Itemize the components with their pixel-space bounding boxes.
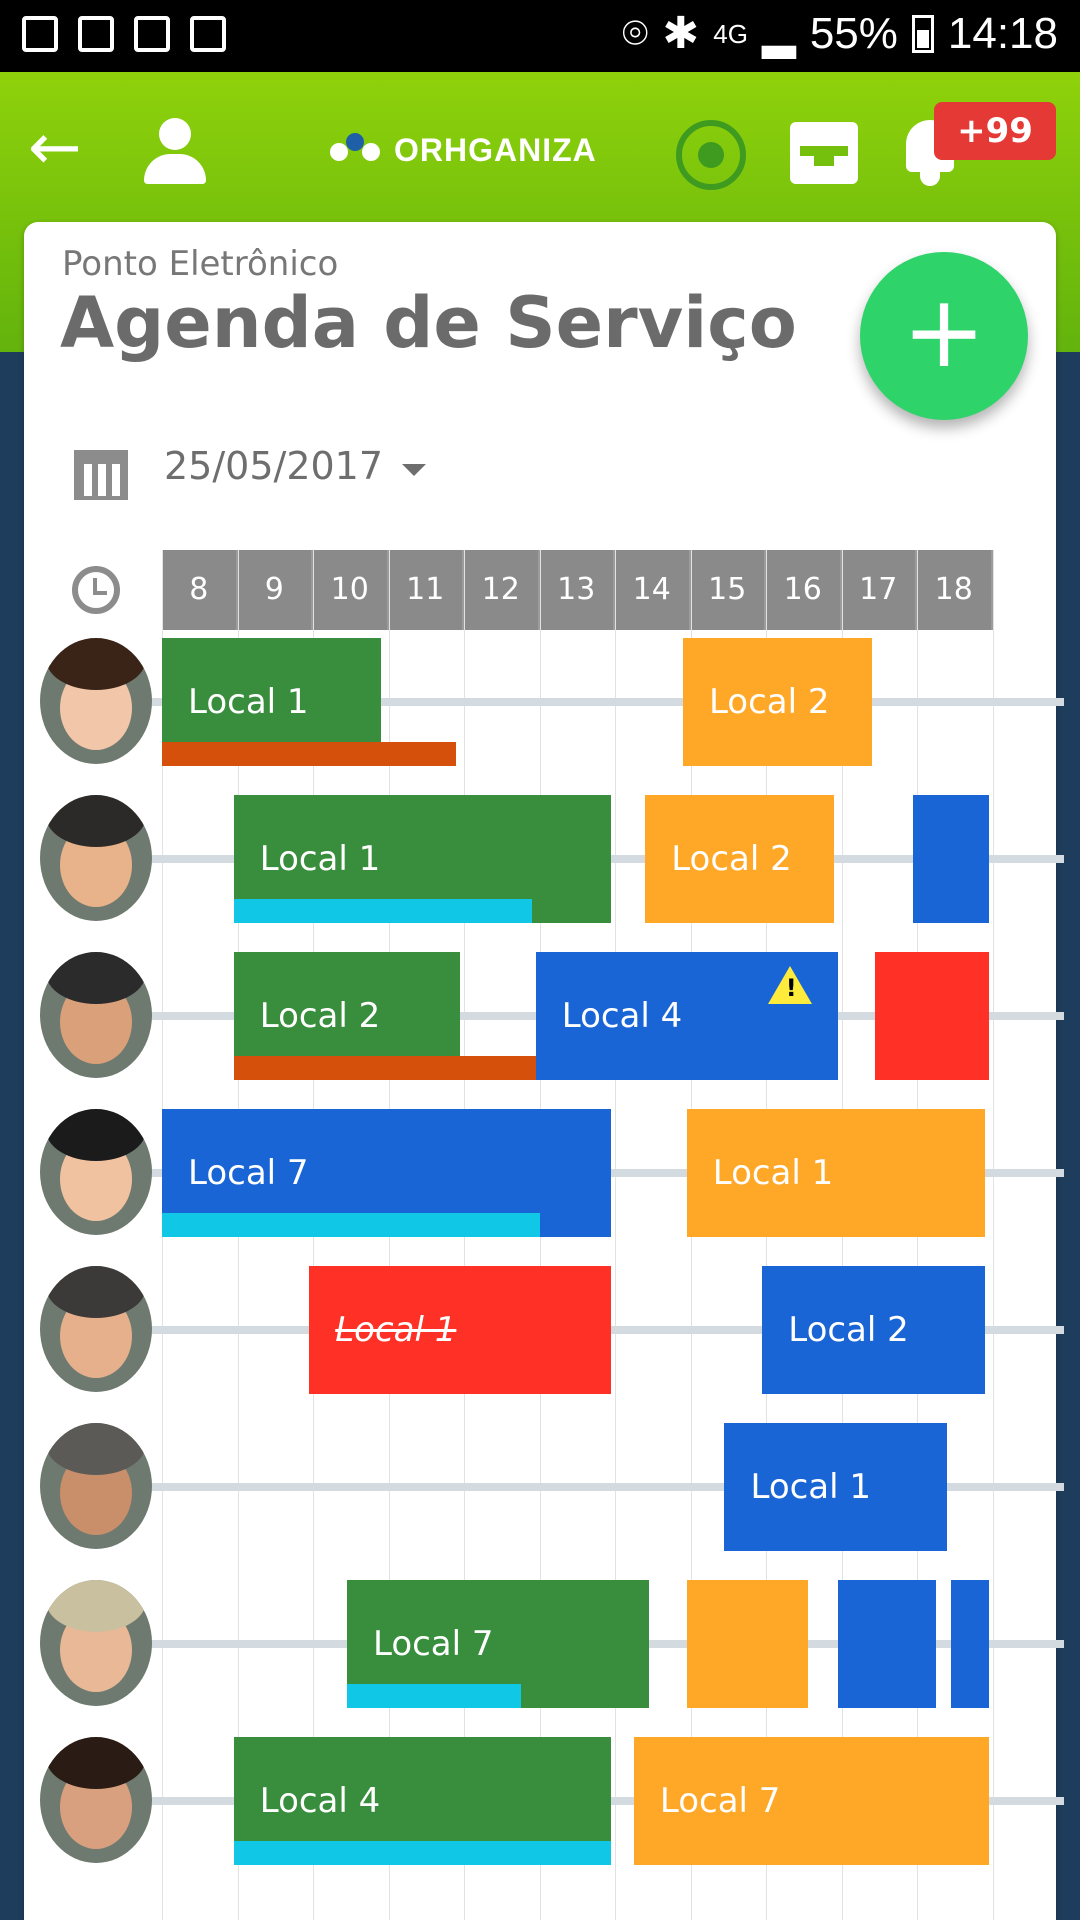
shift-block[interactable] xyxy=(950,1580,989,1708)
wifi-icon xyxy=(78,16,114,52)
voicemail-icon xyxy=(134,16,170,52)
shift-label: Local 4 xyxy=(259,1781,381,1821)
shift-block[interactable] xyxy=(837,1580,936,1708)
hour-gridline xyxy=(615,550,616,1920)
hour-label: 18 xyxy=(917,550,993,630)
shift-progress-bar xyxy=(346,1684,521,1708)
employee-avatar[interactable] xyxy=(40,1423,152,1549)
user-profile-icon[interactable] xyxy=(142,118,208,184)
employee-avatar[interactable] xyxy=(40,1109,152,1235)
status-bar: ⌾ ✱ 4G ▂ 55% 14:18 xyxy=(0,0,1080,72)
shift-label: Local 1 xyxy=(188,682,309,722)
hour-label: 15 xyxy=(690,550,766,630)
shift-label: Local 7 xyxy=(659,1781,781,1821)
shift-block[interactable]: Local 1 xyxy=(686,1109,985,1237)
status-icons-right: ⌾ ✱ 4G ▂ 55% 14:18 xyxy=(622,8,1058,59)
shift-label: Local 7 xyxy=(372,1624,494,1664)
shift-block[interactable] xyxy=(686,1580,808,1708)
hour-label: 13 xyxy=(539,550,615,630)
page-subtitle: Ponto Eletrônico xyxy=(62,244,339,284)
hour-label: 11 xyxy=(388,550,464,630)
back-arrow-icon[interactable]: ← xyxy=(28,116,82,180)
status-icons-left xyxy=(22,16,226,52)
hour-label: 14 xyxy=(615,550,691,630)
employee-avatar[interactable] xyxy=(40,1580,152,1706)
employee-avatar[interactable] xyxy=(40,795,152,921)
employee-avatar[interactable] xyxy=(40,638,152,764)
shift-label: Local 2 xyxy=(788,1310,909,1350)
shift-label: Local 1 xyxy=(712,1153,834,1193)
shift-block[interactable]: Local 7 xyxy=(633,1737,989,1865)
shift-label: Local 2 xyxy=(708,682,830,722)
employee-avatar[interactable] xyxy=(40,952,152,1078)
date-selector[interactable]: 25/05/2017 xyxy=(164,444,383,488)
shift-block[interactable] xyxy=(913,795,989,923)
shift-block[interactable]: Local 1 xyxy=(724,1423,948,1551)
shift-label: Local 4 xyxy=(561,996,683,1036)
user-head-shape xyxy=(159,118,191,150)
calendar-icon[interactable] xyxy=(74,444,128,500)
clock-time: 14:18 xyxy=(947,8,1058,58)
notifications-badge[interactable]: +99 xyxy=(934,102,1056,160)
app-brand-name: ORHGANIZA xyxy=(394,132,597,168)
warning-icon[interactable]: ! xyxy=(767,966,812,1004)
network-type: 4G xyxy=(713,18,748,49)
shift-label: Local 2 xyxy=(259,996,381,1036)
shift-label: Local 1 xyxy=(750,1467,872,1507)
shift-progress-bar xyxy=(162,1213,540,1237)
gallery-icon xyxy=(22,16,58,52)
email-icon xyxy=(190,16,226,52)
hour-label: 10 xyxy=(313,550,389,630)
shift-progress-bar xyxy=(233,899,532,923)
add-button[interactable]: + xyxy=(860,252,1028,420)
logo-mark-icon xyxy=(330,132,384,169)
schedule-card: Ponto Eletrônico Agenda de Serviço + 25/… xyxy=(24,222,1064,1920)
shift-label: Local 1 xyxy=(335,1310,457,1350)
shift-block[interactable]: Local 2 xyxy=(645,795,834,923)
hour-header: 8 9 10 11 12 13 14 15 16 17 18 xyxy=(162,550,993,630)
user-body-shape xyxy=(144,154,206,184)
shift-progress-bar xyxy=(162,742,457,766)
employee-avatar[interactable] xyxy=(40,1266,152,1392)
hour-label: 9 xyxy=(237,550,313,630)
location-icon: ⌾ xyxy=(622,8,649,58)
battery-percent: 55% xyxy=(809,8,898,58)
hour-gridline xyxy=(992,550,994,1920)
shift-label: Local 1 xyxy=(259,839,381,879)
clock-icon xyxy=(72,566,120,614)
chevron-down-icon[interactable] xyxy=(402,464,426,476)
shift-block[interactable]: Local 2 xyxy=(762,1266,985,1394)
inbox-icon[interactable] xyxy=(790,122,858,184)
employee-avatar[interactable] xyxy=(40,1737,152,1863)
page-title: Agenda de Serviço xyxy=(60,282,797,364)
app-logo: ORHGANIZA xyxy=(330,132,597,169)
bluetooth-icon: ✱ xyxy=(662,9,700,58)
hour-label: 12 xyxy=(464,550,540,630)
hour-label: 16 xyxy=(766,550,842,630)
shift-label: Local 2 xyxy=(671,839,792,879)
hour-label: 8 xyxy=(162,550,238,630)
shift-block[interactable]: Local 1 xyxy=(309,1266,612,1394)
shift-block[interactable]: Local 2 xyxy=(682,638,872,766)
shift-label: Local 7 xyxy=(188,1153,309,1193)
battery-icon xyxy=(911,14,934,53)
shift-progress-bar xyxy=(233,1841,612,1865)
location-target-icon[interactable] xyxy=(676,120,746,190)
shift-block[interactable] xyxy=(875,952,989,1080)
hour-label: 17 xyxy=(841,550,917,630)
signal-icon: ▂ xyxy=(761,9,796,58)
